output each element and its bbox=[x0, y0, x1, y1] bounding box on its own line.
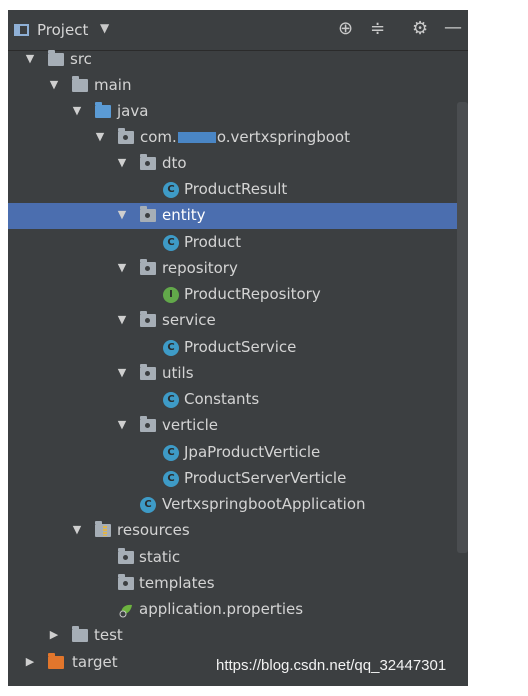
expand-arrow-icon[interactable]: ▼ bbox=[94, 130, 106, 143]
expand-arrow-icon[interactable]: ▼ bbox=[71, 523, 83, 536]
tree-node-resources[interactable]: ▼ resources bbox=[8, 518, 458, 544]
tree-node-main[interactable]: ▼ main bbox=[8, 73, 458, 99]
excluded-folder-icon bbox=[48, 653, 64, 669]
expand-arrow-icon[interactable]: ▼ bbox=[71, 104, 83, 117]
expand-arrow-icon[interactable]: ▼ bbox=[116, 418, 128, 431]
project-tool-window: Project ▼ ⊕ ≑ ⚙ — ▼ src ▼ main ▼ java ▼ … bbox=[8, 10, 468, 686]
class-icon: C bbox=[163, 235, 179, 251]
expand-arrow-icon[interactable]: ▼ bbox=[116, 313, 128, 326]
tree-node-dto[interactable]: ▼ dto bbox=[8, 151, 458, 177]
folder-icon bbox=[72, 76, 88, 92]
watermark-url: https://blog.csdn.net/qq_32447301 bbox=[216, 657, 447, 674]
tree-node-base-package[interactable]: ▼ com. o.vertxspringboot bbox=[8, 125, 458, 151]
tree-node-product[interactable]: C Product bbox=[8, 230, 458, 256]
package-prefix: com. bbox=[140, 128, 177, 146]
tree-node-utils[interactable]: ▼ utils bbox=[8, 361, 458, 387]
node-label: main bbox=[94, 76, 132, 94]
folder-icon bbox=[118, 548, 134, 564]
node-label: service bbox=[162, 311, 216, 329]
node-label: test bbox=[94, 626, 123, 644]
class-icon: C bbox=[163, 392, 179, 408]
package-icon bbox=[118, 128, 134, 144]
project-header: Project ▼ ⊕ ≑ ⚙ — bbox=[8, 10, 468, 51]
tree-node-product-server-verticle[interactable]: C ProductServerVerticle bbox=[8, 466, 458, 492]
folder-icon bbox=[48, 50, 64, 66]
tree-node-verticle[interactable]: ▼ verticle bbox=[8, 413, 458, 439]
class-icon: C bbox=[163, 340, 179, 356]
node-label: java bbox=[117, 102, 149, 120]
project-view-title[interactable]: Project bbox=[37, 21, 88, 39]
node-label: application.properties bbox=[139, 600, 304, 618]
folder-icon bbox=[118, 574, 134, 590]
tree-node-templates[interactable]: templates bbox=[8, 571, 458, 597]
expand-arrow-icon[interactable]: ▶ bbox=[48, 628, 60, 641]
class-icon: C bbox=[163, 471, 179, 487]
node-label: dto bbox=[162, 154, 187, 172]
node-label: ProductResult bbox=[184, 180, 288, 198]
expand-arrow-icon[interactable]: ▼ bbox=[116, 156, 128, 169]
spring-boot-class-icon: C bbox=[140, 497, 156, 513]
hide-icon[interactable]: — bbox=[444, 18, 462, 38]
tree-node-product-service[interactable]: C ProductService bbox=[8, 335, 458, 361]
node-label: verticle bbox=[162, 416, 218, 434]
spring-properties-icon bbox=[119, 604, 132, 618]
tree-node-src[interactable]: ▼ src bbox=[8, 47, 458, 73]
expand-arrow-icon[interactable]: ▼ bbox=[116, 208, 128, 221]
node-label: ProductServerVerticle bbox=[184, 469, 347, 487]
node-label: com. o.vertxspringboot bbox=[140, 128, 350, 146]
node-label: ProductRepository bbox=[184, 285, 321, 303]
node-label: target bbox=[72, 653, 118, 671]
collapse-all-icon[interactable]: ≑ bbox=[370, 19, 385, 39]
tree-node-constants[interactable]: C Constants bbox=[8, 387, 458, 413]
tree-node-test[interactable]: ▶ test bbox=[8, 623, 458, 649]
expand-arrow-icon[interactable]: ▼ bbox=[116, 261, 128, 274]
class-icon: C bbox=[163, 445, 179, 461]
node-label: Constants bbox=[184, 390, 260, 408]
project-view-icon bbox=[14, 24, 29, 36]
node-label: templates bbox=[139, 574, 215, 592]
node-label: Product bbox=[184, 233, 241, 251]
expand-arrow-icon[interactable]: ▶ bbox=[24, 655, 36, 668]
package-icon bbox=[140, 311, 156, 327]
redacted-block bbox=[177, 132, 216, 143]
tree-node-application-class[interactable]: C VertxspringbootApplication bbox=[8, 492, 458, 518]
tree-node-product-repository[interactable]: I ProductRepository bbox=[8, 282, 458, 308]
node-label: JpaProductVerticle bbox=[184, 443, 321, 461]
gear-icon[interactable]: ⚙ bbox=[412, 19, 428, 39]
node-label: repository bbox=[162, 259, 238, 277]
source-folder-icon bbox=[95, 102, 111, 118]
node-label: ProductService bbox=[184, 338, 297, 356]
folder-icon bbox=[72, 626, 88, 642]
node-label: src bbox=[70, 50, 92, 68]
tree-node-jpa-product-verticle[interactable]: C JpaProductVerticle bbox=[8, 440, 458, 466]
tree-node-service[interactable]: ▼ service bbox=[8, 308, 458, 334]
expand-arrow-icon[interactable]: ▼ bbox=[116, 366, 128, 379]
resources-folder-icon bbox=[95, 521, 111, 537]
interface-icon: I bbox=[163, 287, 179, 303]
tree-node-product-result[interactable]: C ProductResult bbox=[8, 177, 458, 203]
package-icon bbox=[140, 416, 156, 432]
node-label: entity bbox=[162, 206, 206, 224]
tree-node-repository[interactable]: ▼ repository bbox=[8, 256, 458, 282]
package-icon bbox=[140, 364, 156, 380]
node-label: resources bbox=[117, 521, 190, 539]
node-label: static bbox=[139, 548, 181, 566]
resources-mark bbox=[103, 526, 107, 536]
node-label: utils bbox=[162, 364, 194, 382]
class-icon: C bbox=[163, 182, 179, 198]
package-icon bbox=[140, 206, 156, 222]
locate-icon[interactable]: ⊕ bbox=[338, 19, 353, 39]
expand-arrow-icon[interactable]: ▼ bbox=[48, 78, 60, 91]
tree-node-entity[interactable]: ▼ entity bbox=[8, 203, 468, 229]
tree-node-application-properties[interactable]: application.properties bbox=[8, 597, 458, 623]
package-icon bbox=[140, 154, 156, 170]
expand-arrow-icon[interactable]: ▼ bbox=[24, 52, 36, 65]
package-icon bbox=[140, 259, 156, 275]
chevron-down-icon[interactable]: ▼ bbox=[100, 21, 109, 35]
tree-node-static[interactable]: static bbox=[8, 545, 458, 571]
package-suffix: o.vertxspringboot bbox=[216, 128, 350, 146]
node-label: VertxspringbootApplication bbox=[162, 495, 366, 513]
vertical-scrollbar[interactable] bbox=[457, 102, 468, 553]
tree-node-java[interactable]: ▼ java bbox=[8, 99, 458, 125]
